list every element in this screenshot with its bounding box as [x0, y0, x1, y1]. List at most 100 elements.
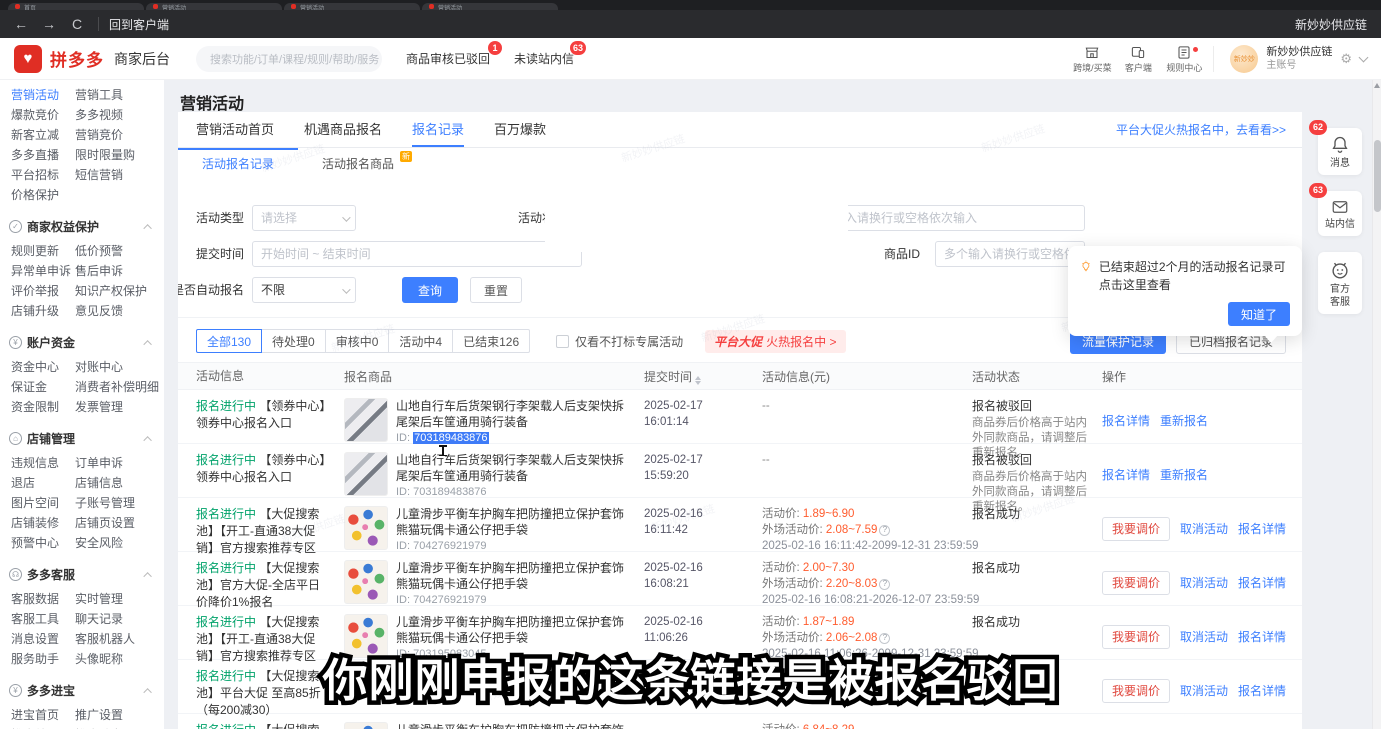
browser-tab[interactable]: 营销活动	[422, 3, 558, 10]
sidebar-link[interactable]: 平台招标	[11, 165, 75, 185]
subtab-activity-records[interactable]: 活动报名记录	[178, 148, 298, 182]
sidebar-link[interactable]: 头像昵称	[75, 649, 123, 669]
sidebar-link[interactable]: 推广助力	[75, 725, 123, 729]
sidebar-link[interactable]: 资金中心	[11, 357, 75, 377]
sidebar-link[interactable]: 异常单申诉	[11, 261, 75, 281]
sidebar-link[interactable]: 限时限量购	[75, 145, 135, 165]
sidebar-group-header[interactable]: ¥账户资金	[9, 334, 164, 351]
sidebar-link[interactable]: 售后申诉	[75, 261, 123, 281]
forward-icon[interactable]: →	[38, 16, 60, 32]
sidebar-link[interactable]: 店铺装修	[11, 513, 75, 533]
settings-gear-icon[interactable]: ⚙	[1340, 51, 1352, 67]
sidebar-link[interactable]: 服务助手	[11, 649, 75, 669]
action-link[interactable]: 取消活动	[1180, 628, 1228, 645]
promo-link[interactable]: 平台大促火热报名中，去看看>>	[1116, 121, 1286, 138]
product-title[interactable]: 儿童滑步平衡车护胸车把防撞把立保护套饰熊猫玩偶卡通公仔把手袋	[396, 506, 630, 538]
hot-promo-pill[interactable]: 平台大促火热报名中 >	[705, 330, 845, 353]
sidebar-link[interactable]: 新客立减	[11, 125, 75, 145]
sidebar-link[interactable]: 客服机器人	[75, 629, 135, 649]
action-link[interactable]: 取消活动	[1180, 682, 1228, 699]
action-link[interactable]: 重新报名	[1160, 466, 1208, 483]
action-link[interactable]: 取消活动	[1180, 520, 1228, 537]
header-submit-time[interactable]: 提交时间	[644, 368, 762, 385]
info-icon[interactable]: ?	[879, 525, 890, 536]
sidebar-link[interactable]: 对账中心	[75, 357, 123, 377]
sidebar-link[interactable]: 聊天记录	[75, 609, 123, 629]
query-button[interactable]: 查询	[402, 277, 458, 303]
filter-chip[interactable]: 全部130	[196, 329, 262, 353]
sidebar-link[interactable]: 实时管理	[75, 589, 123, 609]
main-tab[interactable]: 营销活动首页	[196, 112, 274, 147]
product-title[interactable]: 山地自行车后货架钢行李架载人后支架快拆尾架后车筐通用骑行装备	[396, 398, 630, 430]
sidebar-group-header[interactable]: ✓商家权益保护	[9, 218, 164, 235]
sidebar-link[interactable]: 客服工具	[11, 609, 75, 629]
sidebar-link[interactable]: 爆款竞价	[11, 105, 75, 125]
browser-tab[interactable]: 营销活动	[284, 3, 420, 10]
account-info[interactable]: 新妙妙供应链 主账号	[1266, 46, 1332, 72]
sidebar-group-header[interactable]: ¥多多进宝	[9, 682, 164, 699]
sidebar-link[interactable]: 安全风险	[75, 533, 123, 553]
product-title[interactable]: 儿童滑步平衡车护胸车把防撞把立保护套饰熊猫玩偶卡通公仔把手袋	[396, 560, 630, 592]
info-icon[interactable]: ?	[879, 633, 890, 644]
sidebar-link[interactable]: 多多视频	[75, 105, 123, 125]
sidebar-link[interactable]: 营销竞价	[75, 125, 123, 145]
submit-time-range-input[interactable]: 开始时间 ~ 结束时间	[252, 241, 582, 267]
filter-chip[interactable]: 审核中0	[326, 329, 390, 353]
global-search-input[interactable]: 搜索功能/订单/课程/规则/帮助/服务	[196, 46, 382, 72]
sidebar-link[interactable]: 违规信息	[11, 453, 75, 473]
filter-chip[interactable]: 活动中4	[389, 329, 453, 353]
goods-id-input[interactable]: 多个输入请换行或空格依次输入	[935, 241, 1085, 267]
product-title[interactable]: 儿童滑步平衡车护胸车把防撞把立保护套饰熊猫玩偶卡通公仔把手袋	[396, 722, 630, 729]
reload-icon[interactable]: C	[66, 16, 88, 32]
messages-entry[interactable]: 62 消息	[1318, 128, 1362, 175]
sidebar-link[interactable]: 评价举报	[11, 281, 75, 301]
action-link[interactable]: 报名详情	[1238, 520, 1286, 537]
unread-mail-link[interactable]: 未读站内信63	[514, 50, 574, 67]
sidebar-link[interactable]: 规则更新	[11, 241, 75, 261]
got-it-button[interactable]: 知道了	[1228, 302, 1290, 326]
action-link[interactable]: 报名详情	[1238, 628, 1286, 645]
sidebar-link[interactable]: 订单申诉	[75, 453, 123, 473]
main-tab[interactable]: 报名记录	[412, 112, 464, 147]
sort-icon[interactable]	[695, 376, 701, 385]
action-link[interactable]: 报名详情	[1238, 682, 1286, 699]
activity-type-select[interactable]: 请选择	[252, 205, 356, 231]
adjust-price-button[interactable]: 我要调价	[1102, 679, 1170, 703]
action-link[interactable]: 重新报名	[1160, 412, 1208, 429]
pinduoduo-logo-icon[interactable]: ♥	[14, 45, 42, 73]
special-activity-checkbox[interactable]	[556, 335, 569, 348]
sidebar-link[interactable]: 退店	[11, 473, 75, 493]
auto-signup-select[interactable]: 不限	[252, 277, 356, 303]
sidebar-link[interactable]: 低价预警	[75, 241, 123, 261]
adjust-price-button[interactable]: 我要调价	[1102, 571, 1170, 595]
product-title[interactable]: 山地自行车后货架钢行李架载人后支架快拆尾架后车筐通用骑行装备	[396, 452, 630, 484]
info-icon[interactable]: ?	[879, 579, 890, 590]
action-link[interactable]: 报名详情	[1238, 574, 1286, 591]
sidebar-link[interactable]: 推广效果	[11, 725, 75, 729]
action-link[interactable]: 取消活动	[1180, 574, 1228, 591]
sidebar-link[interactable]: 消息设置	[11, 629, 75, 649]
adjust-price-button[interactable]: 我要调价	[1102, 625, 1170, 649]
chevron-down-icon[interactable]	[1359, 53, 1369, 63]
back-to-client-link[interactable]: 回到客户端	[109, 16, 169, 33]
sidebar-link[interactable]: 营销工具	[75, 85, 123, 105]
scrollbar-thumb[interactable]	[1374, 140, 1381, 212]
official-service-entry[interactable]: 官方客服	[1318, 252, 1362, 314]
browser-profile-name[interactable]: 新妙妙供应链	[1295, 16, 1371, 33]
sidebar-link[interactable]: 店铺升级	[11, 301, 75, 321]
page-scrollbar[interactable]	[1372, 80, 1381, 729]
sidebar-link[interactable]: 意见反馈	[75, 301, 123, 321]
reset-button[interactable]: 重置	[470, 277, 522, 303]
main-tab[interactable]: 机遇商品报名	[304, 112, 382, 147]
account-avatar[interactable]: 新妙妙	[1230, 45, 1258, 73]
crossborder-entry[interactable]: 跨境/买菜	[1069, 45, 1115, 74]
sidebar-link[interactable]: 知识产权保护	[75, 281, 147, 301]
sidebar-link[interactable]: 发票管理	[75, 397, 123, 417]
sidebar-link[interactable]: 推广设置	[75, 705, 123, 725]
rules-center-entry[interactable]: 规则中心	[1161, 45, 1207, 74]
browser-tab[interactable]: 首页	[8, 3, 144, 10]
filter-chip[interactable]: 已结束126	[453, 329, 530, 353]
sidebar-link[interactable]: 资金限制	[11, 397, 75, 417]
sidebar-link[interactable]: 保证金	[11, 377, 75, 397]
sidebar-group-header[interactable]: ☊多多客服	[9, 566, 164, 583]
